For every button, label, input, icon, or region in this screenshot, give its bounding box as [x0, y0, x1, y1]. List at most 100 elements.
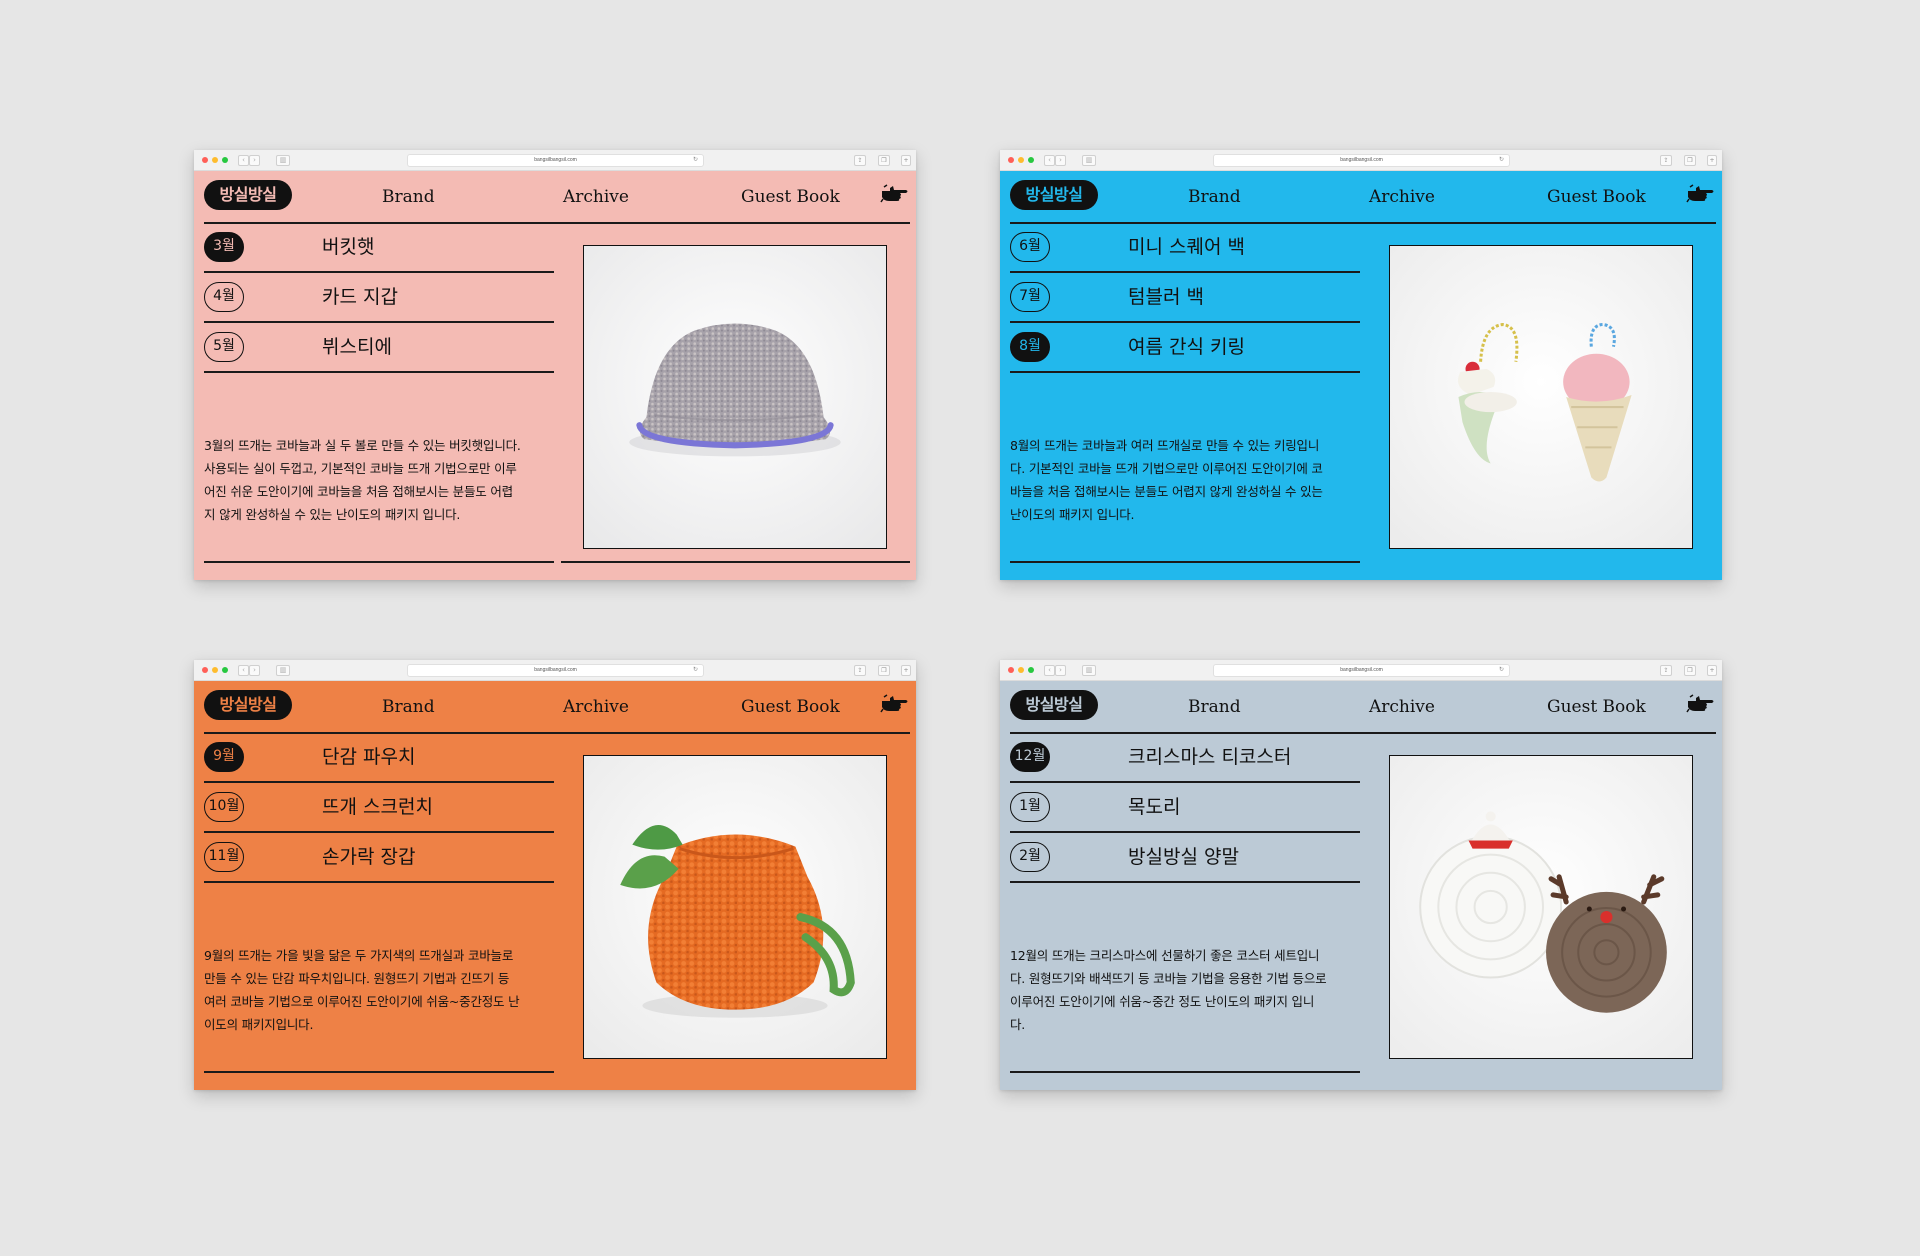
address-bar[interactable]: bangsilbangsil.com ↻: [407, 154, 704, 167]
site-logo[interactable]: 방실방실: [204, 180, 292, 210]
minimize-window-button[interactable]: [1018, 157, 1024, 163]
zoom-window-button[interactable]: [1028, 157, 1034, 163]
zoom-window-button[interactable]: [1028, 667, 1034, 673]
tabs-icon[interactable]: ❐: [878, 665, 890, 676]
minimize-window-button[interactable]: [212, 667, 218, 673]
list-divider: [204, 881, 554, 883]
reload-icon[interactable]: ↻: [1499, 665, 1504, 676]
forward-arrow-icon[interactable]: ›: [249, 155, 260, 166]
product-item-socks[interactable]: 방실방실 양말: [1128, 845, 1239, 869]
sidebar-icon[interactable]: ▥: [1082, 665, 1096, 676]
browser-toolbar: ‹ › ▥ bangsilbangsil.com ↻ ⇪ ❐ +: [1000, 660, 1722, 681]
product-item-persimmon-pouch[interactable]: 단감 파우치: [322, 745, 415, 769]
new-tab-icon[interactable]: +: [1707, 665, 1717, 676]
back-arrow-icon[interactable]: ‹: [1044, 155, 1055, 166]
nav-brand-link[interactable]: Brand: [382, 187, 435, 207]
list-divider: [204, 371, 554, 373]
nav-guest-book-link[interactable]: Guest Book: [1547, 187, 1646, 207]
product-item-knit-scrunchie[interactable]: 뜨개 스크런치: [322, 795, 433, 819]
product-item-scarf[interactable]: 목도리: [1128, 795, 1180, 819]
address-bar[interactable]: bangsilbangsil.com ↻: [1213, 664, 1510, 677]
product-item-finger-gloves[interactable]: 손가락 장갑: [322, 845, 415, 869]
forward-arrow-icon[interactable]: ›: [1055, 155, 1066, 166]
product-item-christmas-coaster[interactable]: 크리스마스 티코스터: [1128, 745, 1291, 769]
month-badge-4[interactable]: 4월: [204, 282, 244, 312]
coasters-illustration: [1390, 756, 1692, 1058]
site-logo[interactable]: 방실방실: [1010, 690, 1098, 720]
share-icon[interactable]: ⇪: [854, 665, 866, 676]
new-tab-icon[interactable]: +: [901, 155, 911, 166]
product-item-mini-square-bag[interactable]: 미니 스퀘어 백: [1128, 235, 1245, 259]
month-badge-12[interactable]: 12월: [1010, 742, 1050, 772]
tabs-icon[interactable]: ❐: [878, 155, 890, 166]
close-window-button[interactable]: [202, 667, 208, 673]
nav-brand-link[interactable]: Brand: [1188, 187, 1241, 207]
close-window-button[interactable]: [1008, 157, 1014, 163]
share-icon[interactable]: ⇪: [854, 155, 866, 166]
back-arrow-icon[interactable]: ‹: [1044, 665, 1055, 676]
forward-arrow-icon[interactable]: ›: [1055, 665, 1066, 676]
tabs-icon[interactable]: ❐: [1684, 665, 1696, 676]
site-logo[interactable]: 방실방실: [1010, 180, 1098, 210]
share-icon[interactable]: ⇪: [1660, 665, 1672, 676]
month-badge-8[interactable]: 8월: [1010, 332, 1050, 362]
reload-icon[interactable]: ↻: [693, 665, 698, 676]
back-arrow-icon[interactable]: ‹: [238, 665, 249, 676]
minimize-window-button[interactable]: [1018, 667, 1024, 673]
browser-toolbar: ‹ › ▥ bangsilbangsil.com ↻ ⇪ ❐ +: [194, 150, 916, 171]
reload-icon[interactable]: ↻: [1499, 155, 1504, 166]
reload-icon[interactable]: ↻: [693, 155, 698, 166]
description-line: 3월의 뜨개는 코바늘과 실 두 볼로 만들 수 있는 버킷햇입니다.: [204, 438, 521, 453]
nav-guest-book-link[interactable]: Guest Book: [1547, 697, 1646, 717]
site-page: 방실방실 Brand Archive Guest Book 12월 크리스마스 …: [1000, 681, 1722, 1090]
nav-archive-link[interactable]: Archive: [1369, 187, 1435, 207]
description-line: 사용되는 실이 두껍고, 기본적인 코바늘 뜨개 기법으로만 이루: [204, 461, 517, 476]
product-item-bustier[interactable]: 뷔스티에: [322, 335, 392, 359]
site-logo[interactable]: 방실방실: [204, 690, 292, 720]
list-divider: [204, 781, 554, 783]
nav-archive-link[interactable]: Archive: [563, 187, 629, 207]
month-badge-10[interactable]: 10월: [204, 792, 244, 822]
nav-guest-book-link[interactable]: Guest Book: [741, 187, 840, 207]
product-item-summer-snack-keyring[interactable]: 여름 간식 키링: [1128, 335, 1245, 359]
product-item-card-wallet[interactable]: 카드 지갑: [322, 285, 398, 309]
address-bar[interactable]: bangsilbangsil.com ↻: [407, 664, 704, 677]
share-icon[interactable]: ⇪: [1660, 155, 1672, 166]
zoom-window-button[interactable]: [222, 667, 228, 673]
forward-arrow-icon[interactable]: ›: [249, 665, 260, 676]
nav-archive-link[interactable]: Archive: [563, 697, 629, 717]
product-item-bucket-hat[interactable]: 버킷햇: [322, 235, 374, 259]
address-bar[interactable]: bangsilbangsil.com ↻: [1213, 154, 1510, 167]
sidebar-icon[interactable]: ▥: [1082, 155, 1096, 166]
list-divider: [204, 321, 554, 323]
minimize-window-button[interactable]: [212, 157, 218, 163]
zoom-window-button[interactable]: [222, 157, 228, 163]
back-arrow-icon[interactable]: ‹: [238, 155, 249, 166]
month-badge-1[interactable]: 1월: [1010, 792, 1050, 822]
close-window-button[interactable]: [1008, 667, 1014, 673]
new-tab-icon[interactable]: +: [901, 665, 911, 676]
month-badge-7[interactable]: 7월: [1010, 282, 1050, 312]
month-badge-2[interactable]: 2월: [1010, 842, 1050, 872]
url-text: bangsilbangsil.com: [1340, 667, 1383, 673]
description-bottom-rule: [204, 561, 554, 563]
sidebar-icon[interactable]: ▥: [276, 155, 290, 166]
product-item-tumbler-bag[interactable]: 텀블러 백: [1128, 285, 1204, 309]
nav-archive-link[interactable]: Archive: [1369, 697, 1435, 717]
tabs-icon[interactable]: ❐: [1684, 155, 1696, 166]
nav-divider: [204, 732, 910, 734]
month-badge-3[interactable]: 3월: [204, 232, 244, 262]
close-window-button[interactable]: [202, 157, 208, 163]
browser-toolbar: ‹ › ▥ bangsilbangsil.com ↻ ⇪ ❐ +: [1000, 150, 1722, 171]
nav-guest-book-link[interactable]: Guest Book: [741, 697, 840, 717]
sidebar-icon[interactable]: ▥: [276, 665, 290, 676]
nav-brand-link[interactable]: Brand: [1188, 697, 1241, 717]
month-badge-6[interactable]: 6월: [1010, 232, 1050, 262]
nav-brand-link[interactable]: Brand: [382, 697, 435, 717]
month-badge-11[interactable]: 11월: [204, 842, 244, 872]
month-badge-9[interactable]: 9월: [204, 742, 244, 772]
month-badge-5[interactable]: 5월: [204, 332, 244, 362]
pointing-hand-icon: [880, 184, 908, 203]
new-tab-icon[interactable]: +: [1707, 155, 1717, 166]
description-line: 다. 원형뜨기와 배색뜨기 등 코바늘 기법을 응용한 기법 등으로: [1010, 971, 1327, 986]
